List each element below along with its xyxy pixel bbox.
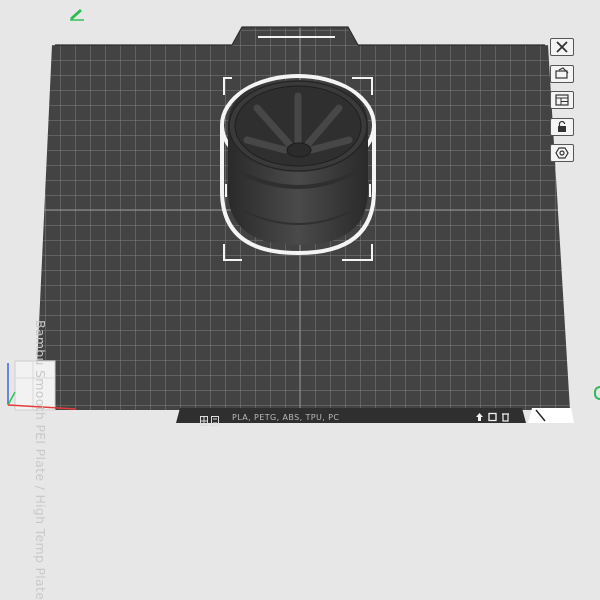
arrange-icon — [555, 66, 569, 79]
upload-icon[interactable] — [475, 412, 484, 422]
plate-swap-icon — [211, 411, 219, 426]
layout-button[interactable] — [550, 91, 574, 109]
close-icon — [556, 41, 568, 53]
plate-footer-icons — [475, 412, 510, 422]
build-plate-view — [7, 26, 574, 423]
right-edge-indicator — [594, 386, 600, 400]
settings-button[interactable] — [550, 144, 574, 162]
close-button[interactable] — [550, 38, 574, 56]
layout-icon — [555, 94, 569, 106]
plate-type-label: Bambu Smooth PEI Plate / High Temp Plate — [33, 320, 48, 600]
arrange-button[interactable] — [550, 64, 574, 83]
plate-grid-icon — [200, 411, 208, 426]
trash-icon[interactable] — [501, 412, 510, 422]
lock-icon — [558, 120, 566, 132]
bed-type-icons — [200, 411, 219, 426]
square-icon[interactable] — [488, 412, 497, 422]
pencil-icon[interactable] — [68, 7, 86, 21]
compatible-filaments: PLA, PETG, ABS, TPU, PC — [232, 413, 340, 422]
lock-button[interactable] — [550, 117, 574, 136]
settings-icon — [555, 147, 569, 159]
plate-toolbar — [550, 38, 576, 171]
